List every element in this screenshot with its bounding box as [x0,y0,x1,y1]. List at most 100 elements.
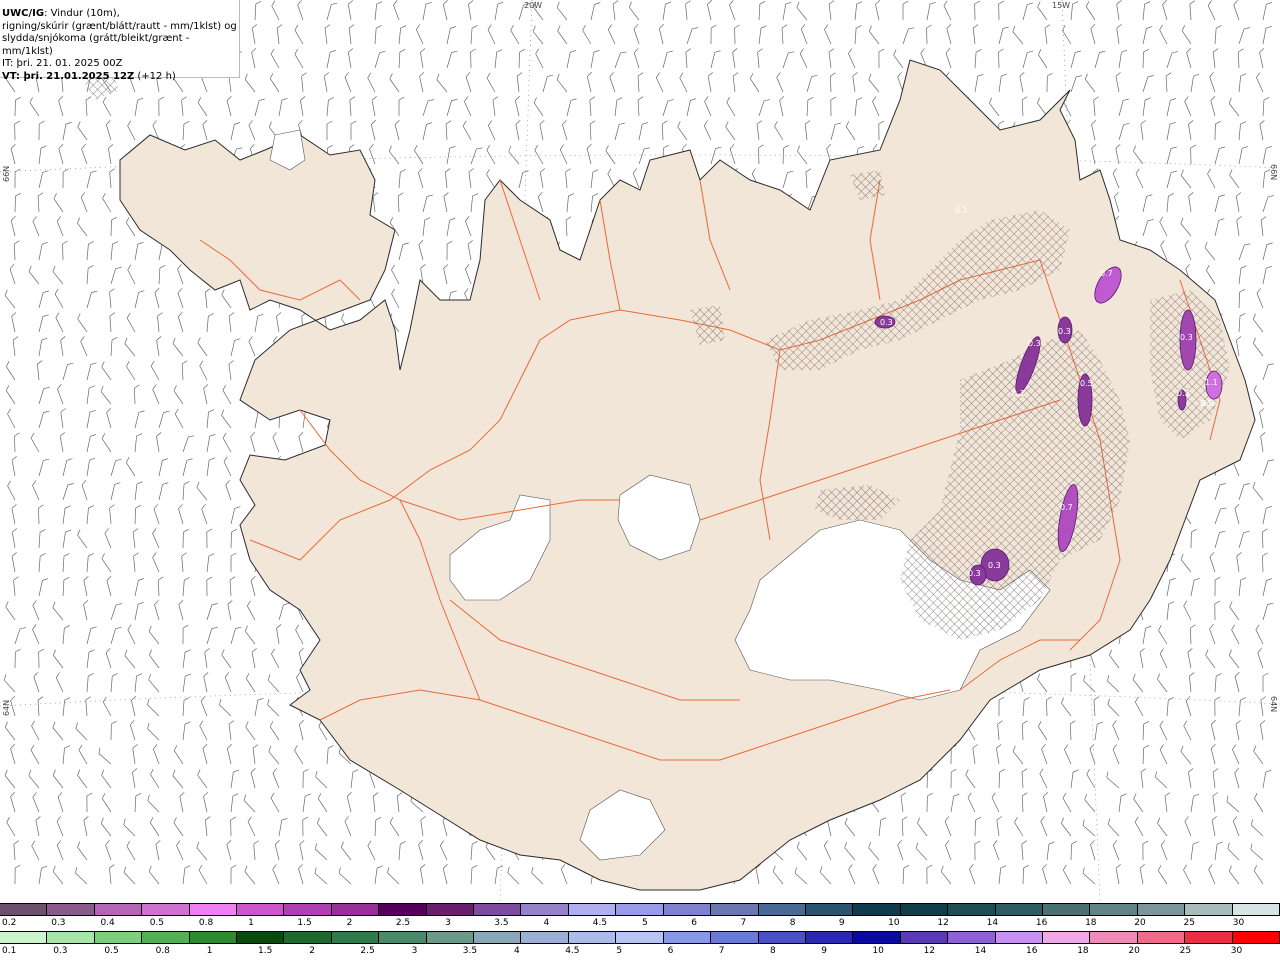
wind-barb-flag [633,24,639,30]
wind-barb [32,221,40,237]
wind-barb-flag [137,601,144,605]
wind-barb [248,341,256,357]
precip-label: 0.3 [1028,339,1041,348]
wind-barb [637,76,640,93]
wind-barb [105,124,112,141]
wind-barb [81,148,88,165]
weather-map: 0.1 0.3 0.7 0.3 0.3 0.5 0.1 0.2 0.3 0.6 … [0,0,1280,902]
wind-barb-flag [10,744,15,749]
wind-barb-flag [273,336,278,342]
wind-barb-flag [972,24,979,29]
wind-barb-flag [178,600,184,605]
wind-barb [1157,678,1168,693]
wind-barb-flag [897,72,902,78]
wind-barb [1204,247,1216,261]
wind-barb-flag [250,432,256,437]
wind-barb [1114,196,1120,213]
wind-barb-flag [1083,674,1086,681]
wind-barb [147,800,160,813]
wind-barb [77,318,88,333]
wind-barb [1238,580,1242,597]
wind-barb [1022,4,1028,21]
wind-barb-flag [519,48,526,53]
map-header: UWC/IG: Vindur (10m), rigning/skúrir (gr… [0,0,240,82]
wind-barb-flag [184,721,191,725]
wind-barb [782,147,784,165]
wind-barb-flag [226,840,232,845]
wind-barb [1070,4,1073,21]
wind-barb-flag [305,793,311,797]
wind-barb-flag [372,192,379,197]
wind-barb-flag [397,792,403,797]
wind-barb-flag [5,601,9,608]
wind-barb [369,148,376,165]
wind-barb [875,4,880,21]
wind-barb-flag [338,867,341,874]
wind-barb-flag [828,0,835,5]
wind-barb [251,652,256,669]
wind-barb-flag [1188,768,1194,773]
wind-barb-flag [149,817,154,823]
wind-barb-flag [221,289,225,296]
wind-barb [4,727,16,741]
wind-barb-flag [177,264,182,270]
wind-barb [830,75,832,93]
wind-barb-flag [418,168,423,173]
wind-barb [59,436,64,453]
wind-barb-flag [43,458,50,461]
wind-barb [562,124,568,141]
wind-barb [1238,268,1242,285]
wind-barb [374,820,377,837]
wind-barb-flag [472,193,479,197]
wind-barb-flag [1216,841,1223,845]
wind-barb-flag [1143,48,1149,53]
wind-barb-flag [88,505,95,509]
wind-barb-flag [998,120,1005,125]
wind-barb [127,125,136,141]
wind-barb-flag [848,48,853,54]
wind-barb [1189,676,1192,693]
scale-swatch [853,904,901,915]
wind-barb-flag [1027,2,1034,5]
wind-barb [1185,700,1192,717]
wind-barb-flag [999,768,1006,773]
scale-label: 8 [770,946,776,956]
wind-barb-flag [42,314,49,317]
wind-barb-flag [43,410,50,413]
wind-barb-flag [1090,840,1095,845]
wind-barb-flag [1219,483,1226,486]
wind-barb [131,700,136,717]
wind-barb [85,700,88,717]
wind-barb [758,28,762,45]
wind-barb-flag [1046,696,1052,701]
wind-barb [869,31,880,45]
wind-barb-flag [424,217,431,221]
wind-barb-flag [757,48,763,53]
wind-barb [13,844,16,861]
wind-barb-flag [507,866,510,873]
wind-barb-flag [732,72,739,77]
wind-barb [272,437,280,453]
wind-barb [344,821,352,837]
wind-barb [86,556,89,573]
wind-barb [991,797,1000,813]
wind-barb-flag [369,144,374,150]
wind-barb [109,508,112,525]
wind-barb-flag [196,481,200,488]
wind-barb [197,342,208,357]
wind-barb-flag [328,745,334,749]
wind-barb [206,316,209,333]
wind-barb-flag [1037,97,1041,104]
wind-barb [794,872,808,885]
wind-barb-flag [75,867,78,874]
wind-barb [227,748,232,765]
wind-barb-flag [77,529,81,536]
lat-label-64n-left: 64N [2,699,11,716]
wind-barb [38,148,42,165]
wind-barb-flag [659,24,664,29]
wind-barb [75,872,88,885]
wind-barb-flag [222,384,227,391]
wind-barb [228,316,232,333]
wind-barb-flag [534,144,539,151]
wind-barb [819,871,832,885]
